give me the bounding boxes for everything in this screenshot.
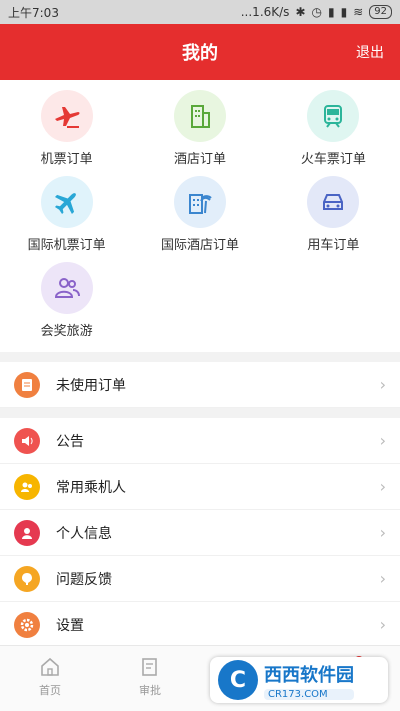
- chevron-right-icon: ›: [379, 569, 386, 588]
- menu-item-label: 个人信息: [56, 525, 112, 542]
- tab-label: 审批: [139, 684, 161, 697]
- section-divider: [0, 352, 400, 362]
- grid-label: 国际酒店订单: [160, 238, 239, 253]
- watermark-logo-mark: C: [218, 660, 258, 700]
- grid-label: 用车订单: [307, 238, 360, 253]
- person-icon: [14, 519, 40, 546]
- airplane-icon: [40, 176, 93, 228]
- grid-label: 酒店订单: [173, 152, 226, 167]
- grid-label: 火车票订单: [300, 152, 366, 167]
- gear-icon: [14, 611, 40, 638]
- order-icon: [14, 371, 40, 398]
- watermark-logo: C 西西软件园 CR173.COM: [210, 657, 388, 703]
- bluetooth-icon: ✱: [295, 5, 306, 19]
- order-grid: 机票订单 酒店订单 火车票订单 国际机票订单 国际酒店订单 用车订单 会奖旅游: [0, 80, 400, 352]
- grid-label: 会奖旅游: [40, 324, 93, 339]
- section-divider: [0, 408, 400, 418]
- feedback-icon: [14, 565, 40, 592]
- chevron-right-icon: ›: [379, 523, 386, 542]
- menu-item-label: 常用乘机人: [56, 479, 126, 496]
- plane-icon: [40, 90, 93, 142]
- approval-icon: [142, 658, 157, 676]
- menu-item-announcement[interactable]: 公告 ›: [0, 418, 400, 464]
- speaker-icon: [14, 427, 40, 454]
- grid-item-car-orders[interactable]: 用车订单: [267, 176, 400, 262]
- group-icon: [40, 262, 93, 314]
- watermark-url: CR173.COM: [264, 688, 354, 700]
- menu-item-label: 公告: [56, 433, 84, 450]
- tab-approval[interactable]: 审批: [100, 646, 200, 711]
- menu-item-settings[interactable]: 设置 ›: [0, 602, 400, 648]
- menu-item-unused-orders[interactable]: 未使用订单 ›: [0, 362, 400, 408]
- menu-item-frequent-passengers[interactable]: 常用乘机人 ›: [0, 464, 400, 510]
- wifi-icon: ≋: [353, 5, 364, 19]
- home-icon: [41, 657, 59, 676]
- status-bar: 上午7:03 ...1.6K/s ✱ ◷ ▮ ▮ ≋ 92: [0, 0, 400, 24]
- tab-home[interactable]: 首页: [0, 646, 100, 711]
- net-speed: ...1.6K/s: [240, 5, 290, 19]
- alarm-icon: ◷: [311, 5, 322, 19]
- grid-label: 国际机票订单: [27, 238, 106, 253]
- grid-item-flight-orders[interactable]: 机票订单: [0, 90, 133, 176]
- resort-icon: [173, 176, 226, 228]
- chevron-right-icon: ›: [379, 431, 386, 450]
- menu-item-personal-info[interactable]: 个人信息 ›: [0, 510, 400, 556]
- grid-item-hotel-orders[interactable]: 酒店订单: [133, 90, 266, 176]
- menu-item-label: 设置: [56, 617, 84, 634]
- chevron-right-icon: ›: [379, 375, 386, 394]
- menu-item-label: 问题反馈: [56, 571, 112, 588]
- grid-item-intl-flight-orders[interactable]: 国际机票订单: [0, 176, 133, 262]
- tab-label: 首页: [39, 684, 61, 697]
- app-header: 我的 退出: [0, 24, 400, 80]
- battery-icon: 92: [369, 5, 392, 19]
- menu-item-feedback[interactable]: 问题反馈 ›: [0, 556, 400, 602]
- menu-item-label: 未使用订单: [56, 377, 126, 394]
- grid-item-train-orders[interactable]: 火车票订单: [267, 90, 400, 176]
- page-title: 我的: [182, 43, 218, 64]
- chevron-right-icon: ›: [379, 477, 386, 496]
- status-time: 上午7:03: [8, 5, 59, 20]
- grid-item-intl-hotel-orders[interactable]: 国际酒店订单: [133, 176, 266, 262]
- train-icon: [307, 90, 360, 142]
- watermark-text: 西西软件园: [264, 664, 354, 686]
- signal-icon: ▮: [327, 5, 335, 19]
- grid-item-mice-travel[interactable]: 会奖旅游: [0, 262, 133, 348]
- car-icon: [307, 176, 360, 228]
- chevron-right-icon: ›: [379, 615, 386, 634]
- building-icon: [173, 90, 226, 142]
- logout-button[interactable]: 退出: [356, 42, 384, 62]
- passenger-icon: [14, 473, 40, 500]
- grid-label: 机票订单: [40, 152, 93, 167]
- signal-icon-2: ▮: [340, 5, 348, 19]
